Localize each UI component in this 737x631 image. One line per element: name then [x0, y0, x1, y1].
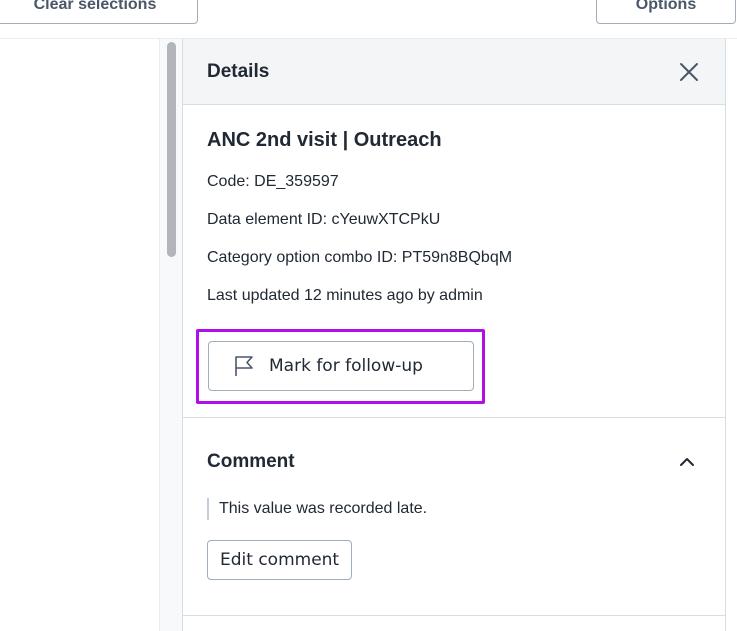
chevron-up-icon[interactable] — [673, 448, 701, 476]
close-icon[interactable] — [675, 58, 703, 86]
options-button[interactable]: Options — [596, 0, 736, 24]
comment-header: Comment — [207, 448, 701, 476]
left-content-area — [0, 39, 159, 631]
category-option-combo-line: Category option combo ID: PT59n8BQbqM — [207, 249, 513, 266]
item-title: ANC 2nd visit | Outreach — [207, 129, 442, 151]
details-title: Details — [207, 60, 270, 82]
followup-label: Mark for follow-up — [269, 356, 423, 376]
flag-icon — [235, 356, 253, 376]
details-header: Details — [183, 39, 725, 105]
clear-selections-button[interactable]: Clear selections — [0, 0, 198, 24]
last-updated-line: Last updated 12 minutes ago by admin — [207, 287, 483, 304]
comment-title: Comment — [207, 451, 295, 472]
scrollbar-track[interactable] — [159, 39, 183, 631]
edit-comment-button[interactable]: Edit comment — [207, 540, 353, 580]
comment-section: Comment This value was recorded late. Ed… — [183, 418, 725, 616]
code-line: Code: DE_359597 — [207, 173, 339, 190]
scrollbar-thumb[interactable] — [167, 42, 176, 257]
data-element-id-line: Data element ID: cYeuwXTCPkU — [207, 211, 441, 228]
mark-for-followup-button[interactable]: Mark for follow-up — [208, 341, 474, 391]
comment-text: This value was recorded late. — [207, 498, 701, 520]
